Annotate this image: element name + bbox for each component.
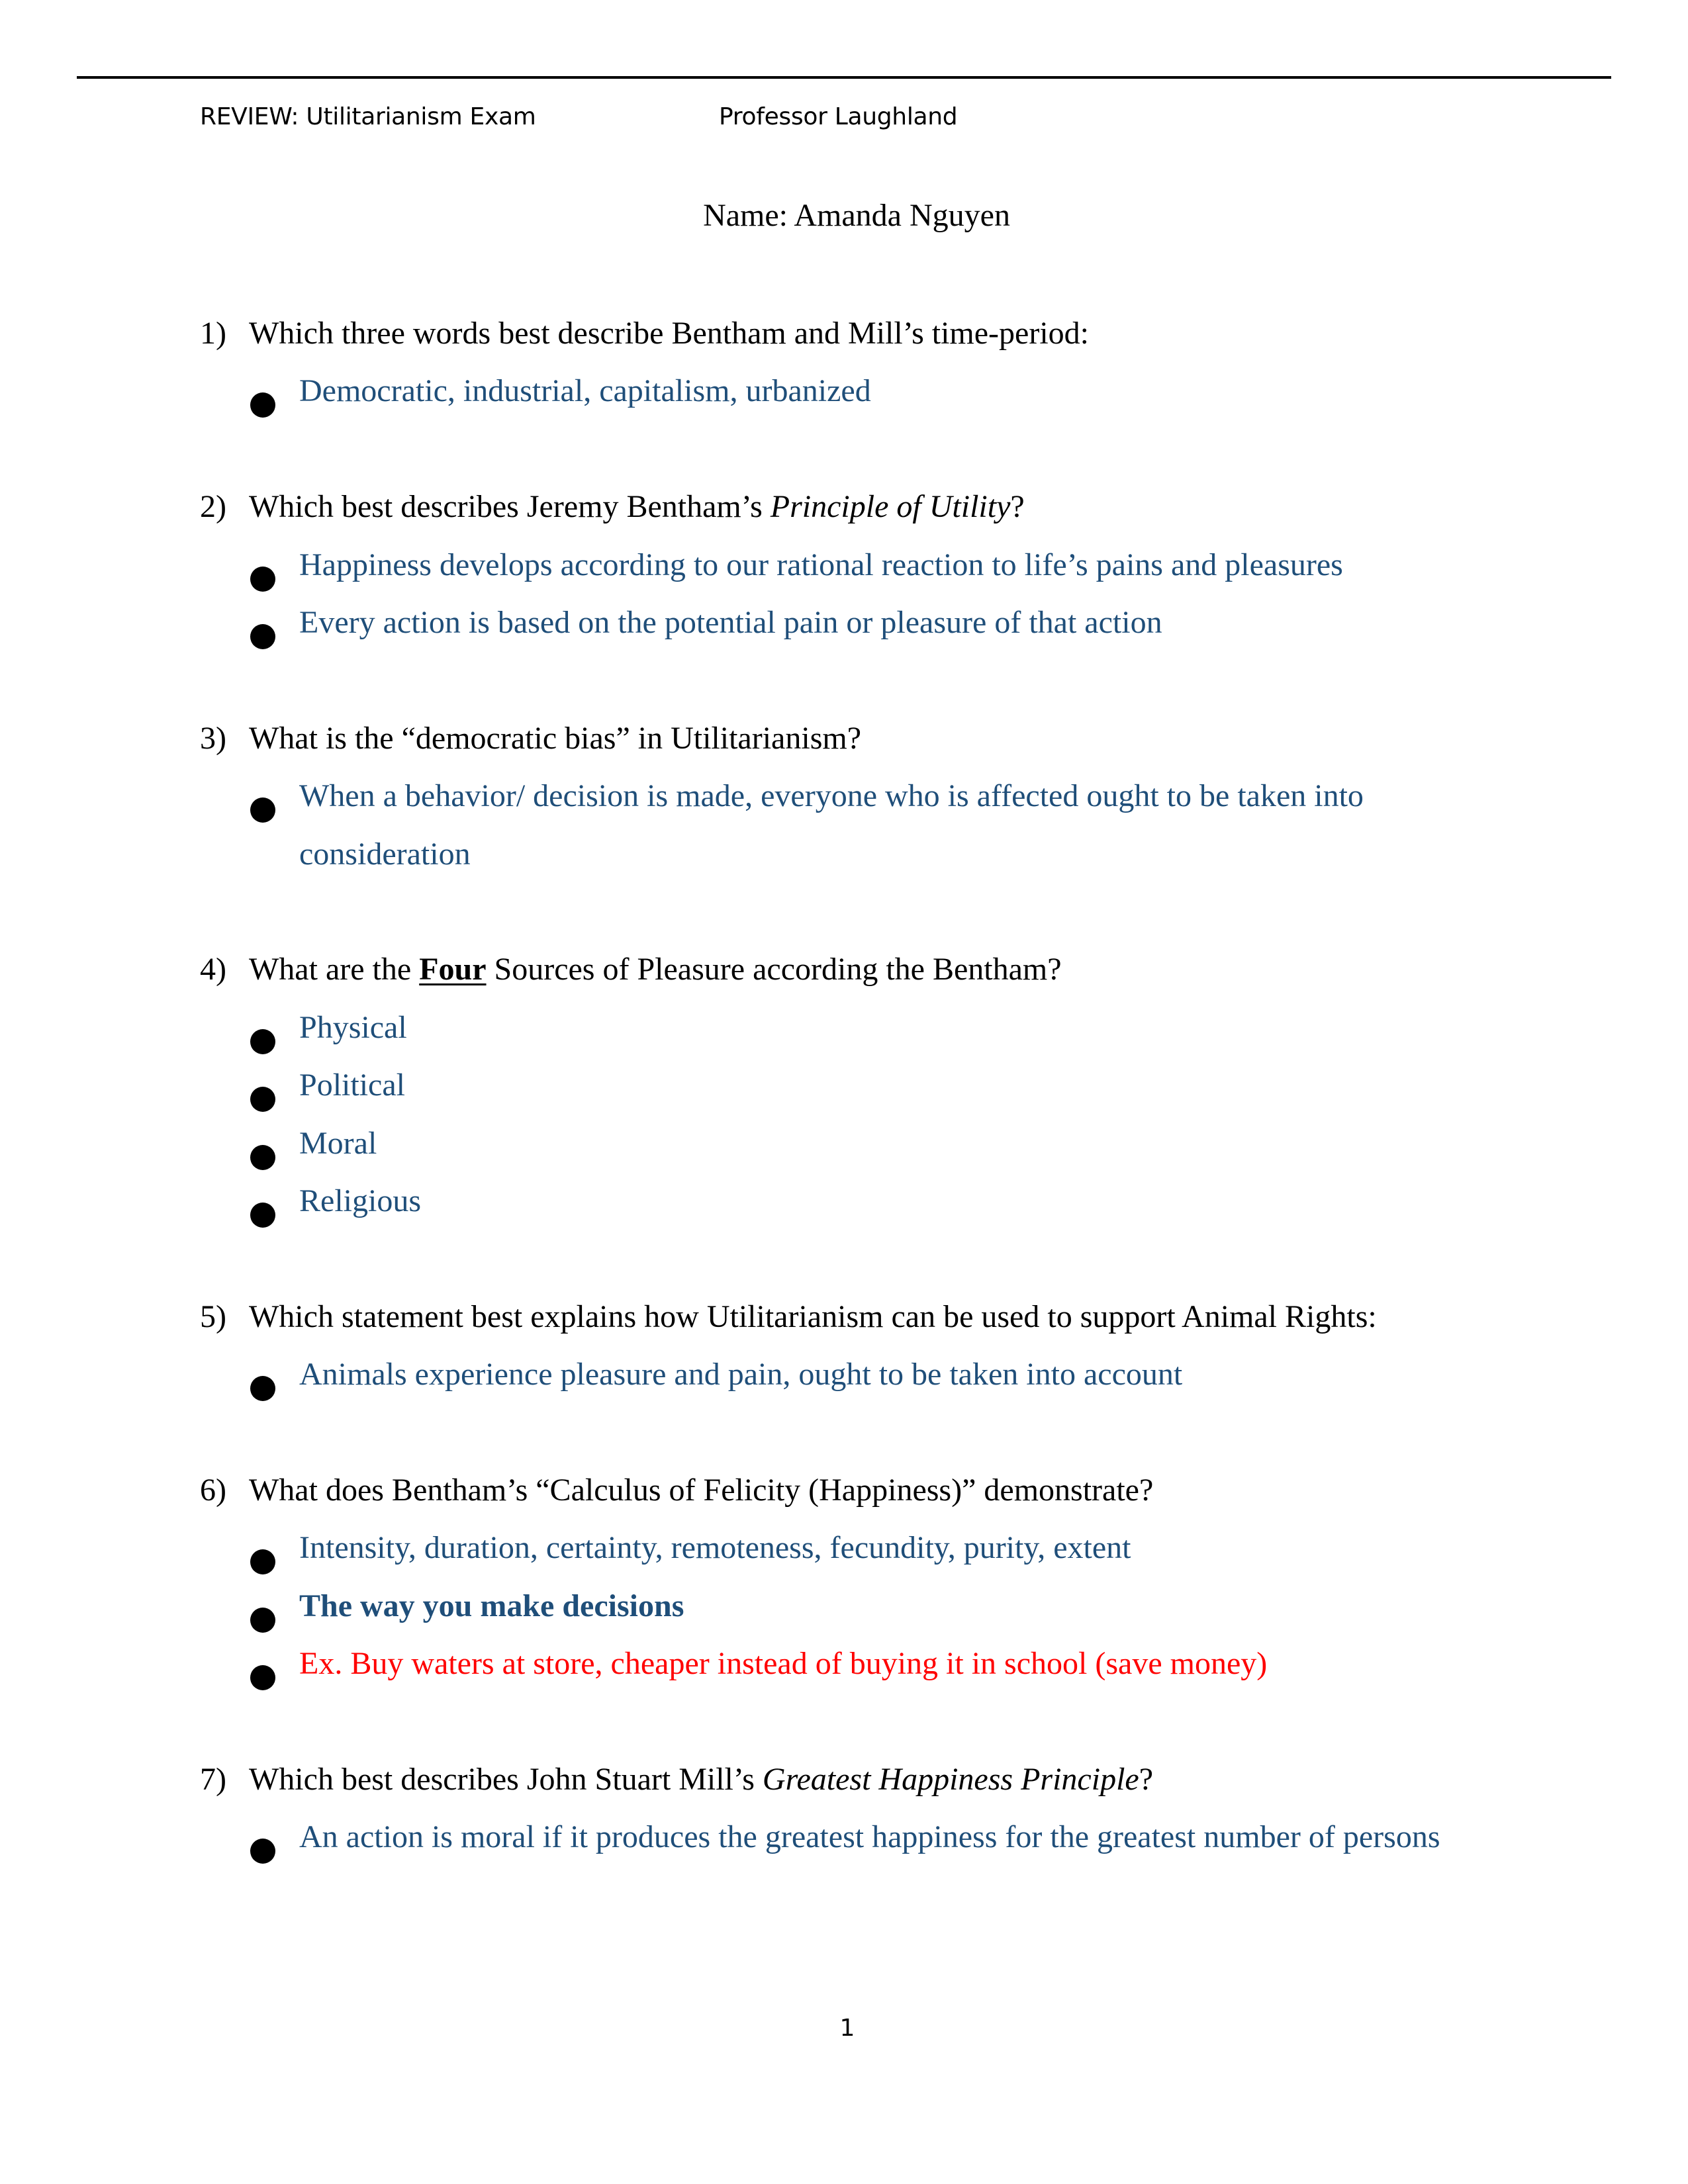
answer-text: Happiness develops according to our rati… <box>299 547 1343 582</box>
bullet-icon <box>250 1203 275 1228</box>
bullet-icon <box>250 1376 275 1402</box>
question-text-part: ? <box>1139 1762 1154 1797</box>
question-text: Which statement best explains how Utilit… <box>249 1297 1377 1337</box>
answer-text: Ex. Buy waters at store, cheaper instead… <box>299 1646 1268 1682</box>
answer-text: Democratic, industrial, capitalism, urba… <box>299 373 871 409</box>
question-text: Which best describes Jeremy Bentham’s Pr… <box>249 487 1025 527</box>
bullet-icon <box>250 1665 275 1691</box>
answer-text: Political <box>299 1068 405 1103</box>
question-text-part: Which best describes Jeremy Bentham’s <box>249 489 771 525</box>
answer-text: The way you make decisions <box>299 1588 684 1623</box>
answer-text: When a behavior/ decision is made, every… <box>299 778 1364 814</box>
bullet-icon <box>250 624 275 649</box>
question-number: 4) <box>200 952 226 987</box>
bullet-icon <box>250 797 275 823</box>
bullet-icon <box>250 392 275 418</box>
bullet-icon <box>250 1607 275 1633</box>
bullet-icon <box>250 566 275 592</box>
answer-text: An action is moral if it produces the gr… <box>299 1819 1440 1855</box>
answer-text: Physical <box>299 1009 407 1045</box>
question-text-part: ? <box>1010 489 1025 525</box>
answer-text: Every action is based on the potential p… <box>299 605 1162 640</box>
question-text: Which three words best describe Bentham … <box>249 314 1089 353</box>
answer-text: Moral <box>299 1125 377 1161</box>
question-text-part: Which best describes John Stuart Mill’s <box>249 1762 763 1797</box>
header-rule <box>77 76 1611 79</box>
question-text: Which best describes John Stuart Mill’s … <box>249 1760 1153 1799</box>
student-name: Name: Amanda Nguyen <box>703 198 1010 233</box>
question-text-part: What is the “democratic bias” in Utilita… <box>249 720 862 756</box>
bullet-icon <box>250 1549 275 1575</box>
question-text-part: What are the <box>249 952 420 987</box>
question-text-part: Sources of Pleasure according the Bentha… <box>486 952 1062 987</box>
question-emphasis: Greatest Happiness Principle <box>762 1762 1139 1797</box>
answer-text: Religious <box>299 1183 422 1218</box>
bullet-icon <box>250 1144 275 1170</box>
answer-text: Animals experience pleasure and pain, ou… <box>299 1357 1183 1392</box>
question-number: 1) <box>200 316 226 351</box>
question-text: What does Bentham’s “Calculus of Felicit… <box>249 1471 1153 1510</box>
question-text-part: What does Bentham’s “Calculus of Felicit… <box>249 1473 1154 1508</box>
bullet-icon <box>250 1839 275 1864</box>
page-number: 1 <box>839 2015 855 2042</box>
question-text-part: Which statement best explains how Utilit… <box>249 1298 1377 1334</box>
question-text-part: Which three words best describe Bentham … <box>249 316 1089 351</box>
answer-text-continued: consideration <box>299 836 471 872</box>
document-page: REVIEW: Utilitarianism Exam Professor La… <box>0 0 1688 2184</box>
professor-name: Professor Laughland <box>719 103 958 130</box>
exam-title: REVIEW: Utilitarianism Exam <box>200 103 536 130</box>
answer-text: Intensity, duration, certainty, remotene… <box>299 1530 1131 1566</box>
question-number: 7) <box>200 1762 226 1797</box>
question-emphasis: Principle of Utility <box>770 489 1011 525</box>
question-number: 3) <box>200 720 226 756</box>
bullet-icon <box>250 1028 275 1054</box>
question-number: 6) <box>200 1473 226 1508</box>
bullet-icon <box>250 1087 275 1113</box>
question-emphasis: Four <box>419 952 487 987</box>
question-text: What are the Four Sources of Pleasure ac… <box>249 950 1062 989</box>
question-number: 5) <box>200 1298 226 1334</box>
question-number: 2) <box>200 489 226 525</box>
question-text: What is the “democratic bias” in Utilita… <box>249 719 861 758</box>
